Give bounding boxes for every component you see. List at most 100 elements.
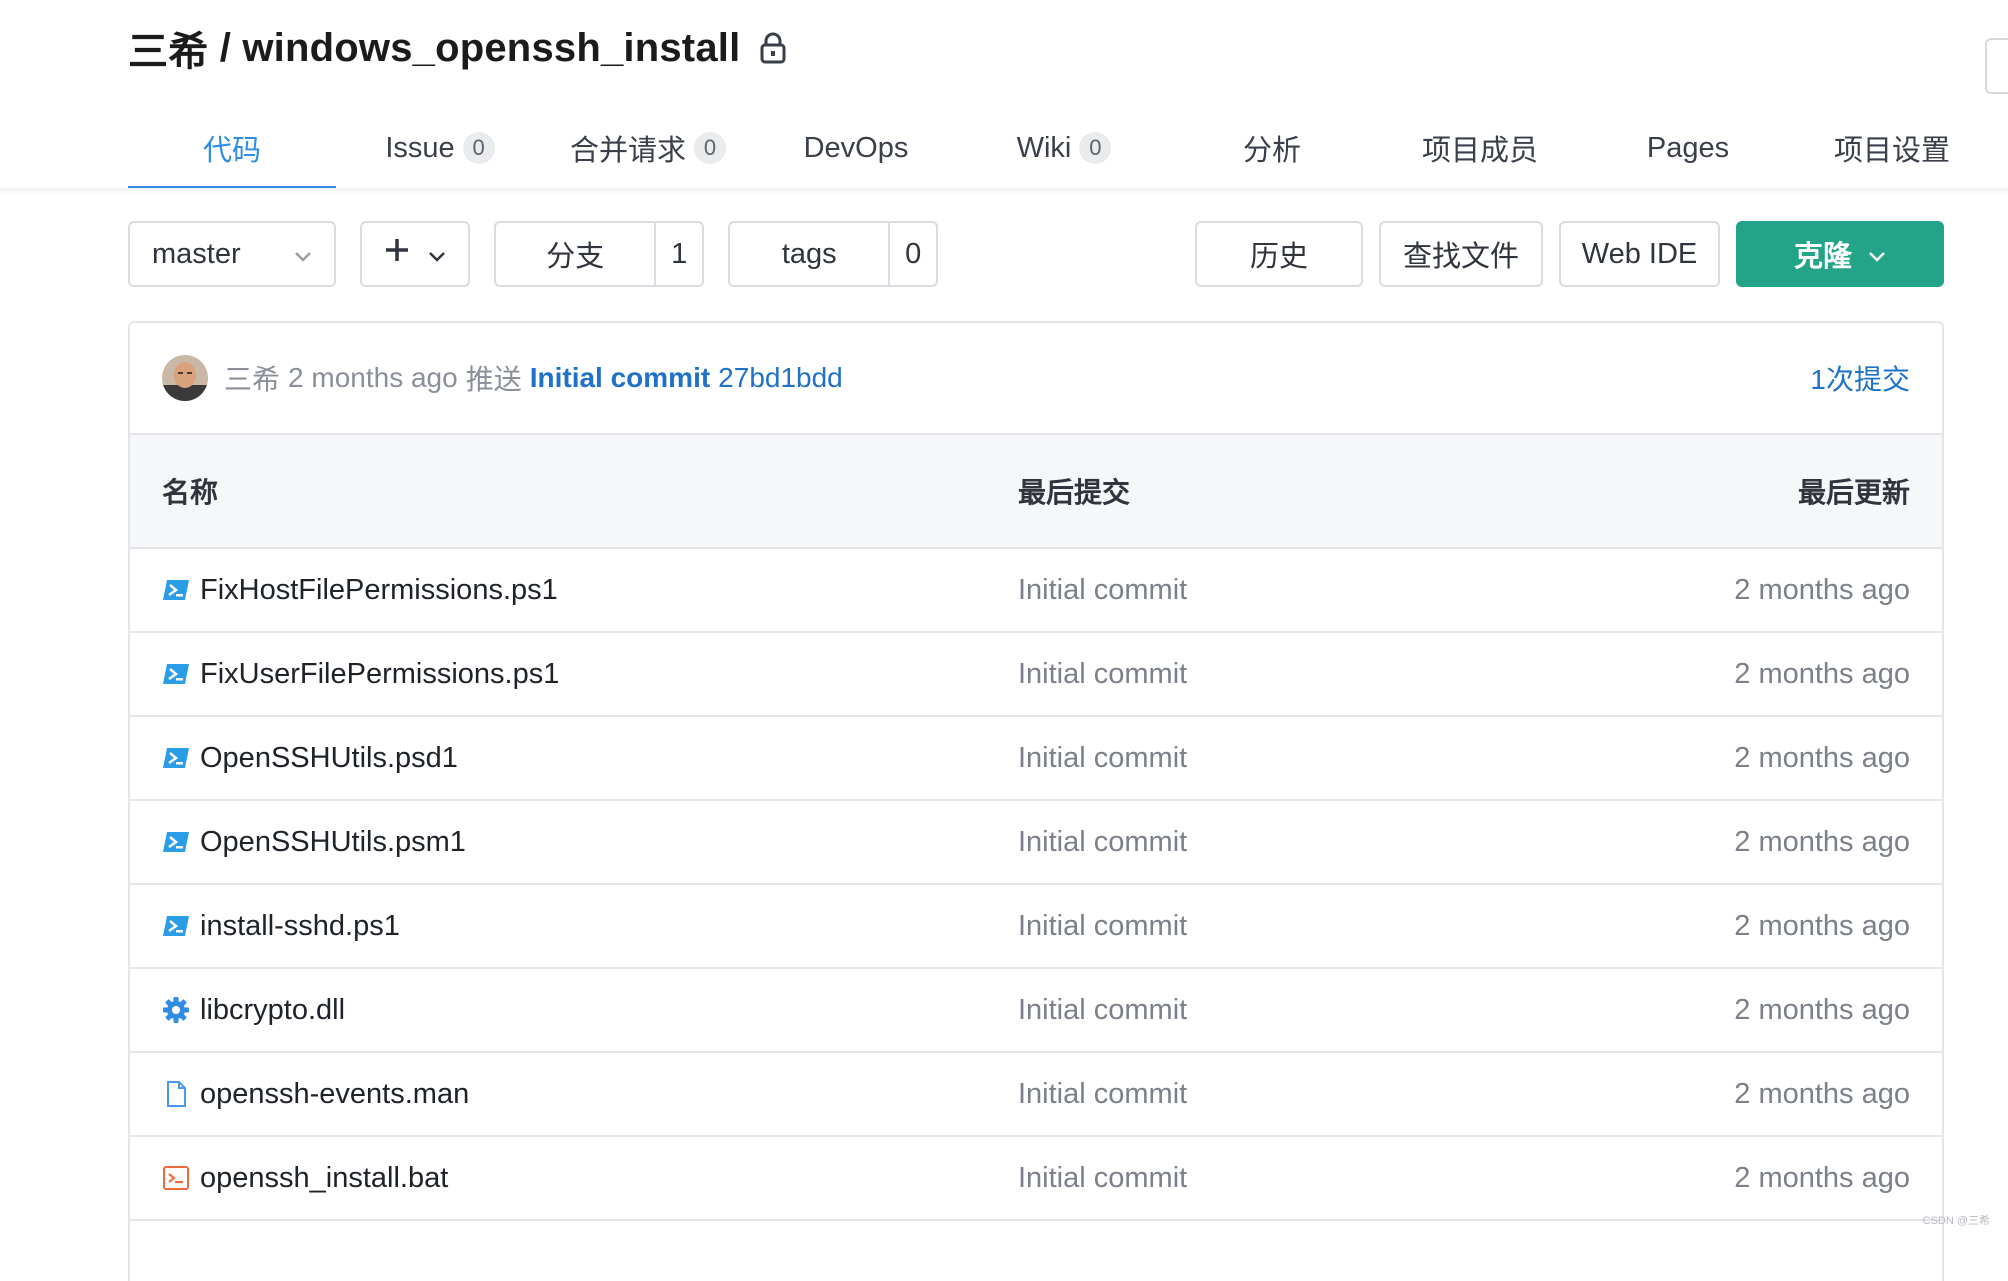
file-name-link[interactable]: libcrypto.dll: [200, 994, 345, 1027]
gear-icon: [162, 996, 190, 1024]
file-name-cell: OpenSSHUtils.psm1: [162, 801, 466, 883]
file-name-link[interactable]: openssh-events.man: [200, 1078, 469, 1111]
tab-issue[interactable]: Issue 0: [336, 108, 544, 188]
terminal-icon: [162, 1164, 190, 1192]
path-separator: /: [208, 25, 243, 70]
commit-message-link[interactable]: Initial commit: [1018, 717, 1187, 799]
tab-devops[interactable]: DevOps: [752, 108, 960, 188]
wiki-count-badge: 0: [1079, 132, 1112, 164]
merge-request-count-badge: 0: [694, 132, 726, 164]
avatar[interactable]: [162, 355, 208, 401]
issue-count-badge: 0: [462, 132, 495, 164]
branch-name: master: [152, 237, 241, 270]
updated-time: 2 months ago: [1734, 1077, 1910, 1110]
repo-title: 三希 / windows_openssh_install: [128, 22, 786, 74]
file-name-link[interactable]: install-sshd.ps1: [200, 910, 400, 943]
file-name-link[interactable]: FixUserFilePermissions.ps1: [200, 658, 559, 691]
commit-time: 2 months ago: [288, 362, 458, 393]
branches-button[interactable]: 分支 1: [494, 221, 704, 287]
tab-analytics[interactable]: 分析: [1168, 108, 1376, 188]
file-name-link[interactable]: OpenSSHUtils.psm1: [200, 826, 466, 859]
file-name-link[interactable]: openssh_install.bat: [200, 1162, 448, 1195]
branch-select[interactable]: master: [128, 221, 336, 287]
file-name-cell: openssh_install.bat: [162, 1137, 448, 1219]
updated-time: 2 months ago: [1734, 993, 1910, 1026]
repo-name-link[interactable]: windows_openssh_install: [242, 26, 740, 71]
table-row[interactable]: openssh_install.bat Initial commit 2 mon…: [130, 1137, 1942, 1221]
table-row[interactable]: FixHostFilePermissions.ps1 Initial commi…: [130, 549, 1942, 633]
tab-settings[interactable]: 项目设置: [1792, 108, 1992, 188]
file-name-link[interactable]: OpenSSHUtils.psd1: [200, 742, 458, 775]
branches-count: 1: [654, 223, 702, 285]
file-icon: [162, 1080, 190, 1108]
commit-summary: 三希 2 months ago 推送 Initial commit 27bd1b…: [224, 358, 843, 398]
branches-label: 分支: [546, 241, 605, 273]
updated-time: 2 months ago: [1734, 573, 1910, 606]
updated-time: 2 months ago: [1734, 1161, 1910, 1194]
add-dropdown-button[interactable]: [360, 221, 470, 287]
tab-label: Issue: [385, 131, 455, 164]
history-button[interactable]: 历史: [1195, 221, 1363, 287]
file-name-cell: FixUserFilePermissions.ps1: [162, 633, 559, 715]
tab-label: Pages: [1646, 131, 1730, 164]
updated-time: 2 months ago: [1734, 825, 1910, 858]
table-row[interactable]: libcrypto.dll Initial commit 2 months ag…: [130, 969, 1942, 1053]
column-header-updated: 最后更新: [1797, 477, 1910, 508]
commit-count-link[interactable]: 1次提交: [1810, 358, 1910, 398]
commit-message-link[interactable]: Initial commit: [1018, 1137, 1187, 1219]
find-file-button[interactable]: 查找文件: [1379, 221, 1543, 287]
updated-time: 2 months ago: [1734, 909, 1910, 942]
user-menu-edge[interactable]: [1985, 38, 2008, 94]
chevron-down-icon: [1868, 238, 1886, 271]
tab-label: 合并请求: [569, 135, 686, 167]
commit-message-link[interactable]: Initial commit: [1018, 633, 1187, 715]
tab-code[interactable]: 代码: [128, 108, 336, 190]
project-nav: 代码 Issue 0 合并请求 0 DevOps Wiki 0 分析 项目成员 …: [0, 108, 2008, 190]
nav-shadow: [0, 188, 2008, 196]
tab-members[interactable]: 项目成员: [1376, 108, 1584, 188]
tab-label: 项目设置: [1833, 135, 1950, 167]
commit-message-link[interactable]: Initial commit: [1018, 801, 1187, 883]
tab-label: Wiki: [1016, 131, 1072, 164]
clone-button[interactable]: 克隆: [1736, 221, 1944, 287]
file-name-cell: openssh-events.man: [162, 1053, 469, 1135]
table-row[interactable]: OpenSSHUtils.psd1 Initial commit 2 month…: [130, 717, 1942, 801]
file-name-cell: libcrypto.dll: [162, 969, 345, 1051]
tab-label: DevOps: [803, 131, 909, 164]
web-ide-button[interactable]: Web IDE: [1559, 221, 1720, 287]
table-row[interactable]: install-sshd.ps1 Initial commit 2 months…: [130, 885, 1942, 969]
powershell-icon: [162, 576, 190, 604]
commit-sha-link[interactable]: 27bd1bdd: [718, 362, 843, 394]
tab-label: 分析: [1242, 135, 1301, 167]
commit-message-link[interactable]: Initial commit: [1018, 549, 1187, 631]
chevron-down-icon: [428, 238, 446, 271]
file-name-cell: install-sshd.ps1: [162, 885, 400, 967]
commit-message-link[interactable]: Initial commit: [1018, 969, 1187, 1051]
powershell-icon: [162, 912, 190, 940]
plus-icon: [384, 237, 410, 271]
table-row[interactable]: OpenSSHUtils.psm1 Initial commit 2 month…: [130, 801, 1942, 885]
file-name-cell: FixHostFilePermissions.ps1: [162, 549, 558, 631]
clone-label: 克隆: [1793, 241, 1852, 273]
commit-message-link[interactable]: Initial commit: [1018, 1053, 1187, 1135]
watermark: CSDN @三希: [1922, 1215, 1990, 1227]
table-header: 名称 最后提交 最后更新: [130, 435, 1942, 549]
table-row[interactable]: openssh-events.man Initial commit 2 mont…: [130, 1053, 1942, 1137]
commit-author[interactable]: 三希: [224, 358, 280, 398]
chevron-down-icon: [294, 238, 312, 271]
tags-count: 0: [888, 223, 936, 285]
lock-icon: [760, 32, 786, 64]
column-header-name: 名称: [162, 477, 219, 508]
commit-action: 推送: [465, 364, 522, 395]
table-row[interactable]: FixUserFilePermissions.ps1 Initial commi…: [130, 633, 1942, 717]
repo-owner-link[interactable]: 三希: [128, 19, 208, 77]
tags-button[interactable]: tags 0: [728, 221, 938, 287]
tab-pages[interactable]: Pages: [1584, 108, 1792, 188]
commit-message-link[interactable]: Initial commit: [1018, 885, 1187, 967]
file-name-link[interactable]: FixHostFilePermissions.ps1: [200, 574, 558, 607]
commit-message-link[interactable]: Initial commit: [530, 362, 710, 394]
powershell-icon: [162, 828, 190, 856]
tab-label: 项目成员: [1421, 135, 1538, 167]
tab-merge-requests[interactable]: 合并请求 0: [544, 108, 752, 188]
tab-wiki[interactable]: Wiki 0: [960, 108, 1168, 188]
